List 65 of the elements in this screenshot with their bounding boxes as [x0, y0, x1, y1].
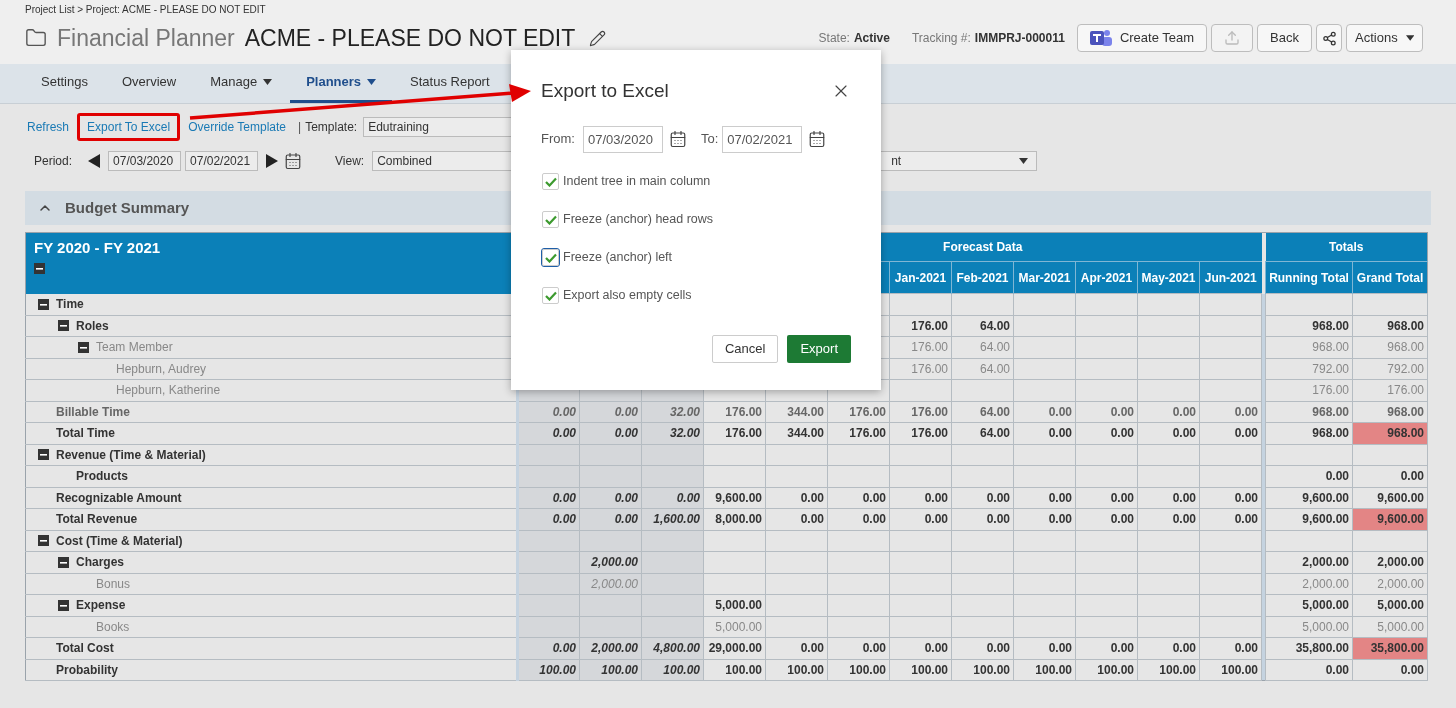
row-label: Total Time [56, 425, 115, 443]
table-cell: 0.00 [517, 508, 580, 530]
table-cell: 35,800.00 [1265, 637, 1353, 659]
row-label: Hepburn, Katherine [116, 382, 221, 400]
breadcrumb: Project List > Project: ACME - PLEASE DO NOT EDIT [25, 3, 267, 17]
template-label: Template: [305, 119, 358, 136]
row-label: Charges [76, 554, 125, 572]
table-cell: 0.00 [1265, 659, 1353, 681]
table-cell: 2,000.00 [1265, 573, 1353, 595]
row-label: Roles [76, 317, 109, 335]
row-label: Recognizable Amount [56, 489, 182, 507]
row-label: Bonus [96, 575, 131, 593]
row-label: Total Cost [56, 640, 114, 658]
table-cell: 0.00 [1265, 465, 1353, 487]
row-label: Billable Time [56, 403, 130, 421]
dialog-title: Export to Excel [541, 79, 669, 103]
project-title: ACME - PLEASE DO NOT EDIT [244, 23, 576, 53]
period-label: Period: [34, 153, 73, 170]
checkbox-label: Export also empty cells [563, 287, 692, 305]
column-header: Jun-2021 [1199, 261, 1262, 294]
column-header: Running Total [1265, 261, 1353, 294]
to-label: To: [700, 130, 719, 149]
row-label: Probability [56, 661, 118, 679]
table-cell: 968.00 [1265, 336, 1353, 358]
checkbox-label: Freeze (anchor) left [563, 249, 673, 267]
column-header: Jan-2021 [889, 261, 952, 294]
column-header: Grand Total [1352, 261, 1428, 294]
state-value: Active [853, 30, 890, 47]
column-header: Mar-2021 [1013, 261, 1076, 294]
row-label: Products [76, 468, 128, 486]
table-cell: 0.00 [517, 422, 580, 444]
column-header: Feb-2021 [951, 261, 1014, 294]
table-cell: 9,600.00 [1265, 508, 1353, 530]
row-label: Team Member [96, 339, 173, 357]
table-cell: 0.00 [517, 487, 580, 509]
table-cell: 968.00 [1265, 401, 1353, 423]
table-cell: 792.00 [1265, 358, 1353, 380]
table-cell: 100.00 [517, 659, 580, 681]
tracking-value: IMMPRJ-000011 [974, 30, 1065, 47]
table-cell: 0.00 [517, 637, 580, 659]
row-label: Cost (Time & Material) [56, 532, 183, 550]
row-label: Revenue (Time & Material) [56, 446, 206, 464]
checkbox-label: Indent tree in main column [563, 173, 711, 191]
row-label: Time [56, 296, 84, 313]
separator-text: | [298, 119, 302, 136]
column-group-header: Totals [1265, 232, 1428, 262]
row-label: Expense [76, 597, 126, 615]
table-cell: 176.00 [1265, 379, 1353, 401]
state-label: State: [818, 30, 850, 47]
view-label: View: [335, 153, 365, 170]
table-cell: 968.00 [1265, 315, 1353, 337]
table-cell: 9,600.00 [1265, 487, 1353, 509]
row-label: Total Revenue [56, 511, 138, 529]
table-cell: 968.00 [1265, 422, 1353, 444]
module-title: Financial Planner [57, 23, 235, 53]
tracking-label: Tracking #: [911, 30, 971, 47]
column-header: May-2021 [1137, 261, 1200, 294]
row-label: Books [96, 618, 130, 636]
table-cell: 0.00 [517, 401, 580, 423]
table-cell: 2,000.00 [1265, 551, 1353, 573]
column-header: Apr-2021 [1075, 261, 1138, 294]
row-label: Hepburn, Audrey [116, 360, 207, 378]
checkbox-label: Freeze (anchor) head rows [563, 211, 714, 229]
table-cell: 5,000.00 [1265, 616, 1353, 638]
table-cell: 5,000.00 [1265, 594, 1353, 616]
